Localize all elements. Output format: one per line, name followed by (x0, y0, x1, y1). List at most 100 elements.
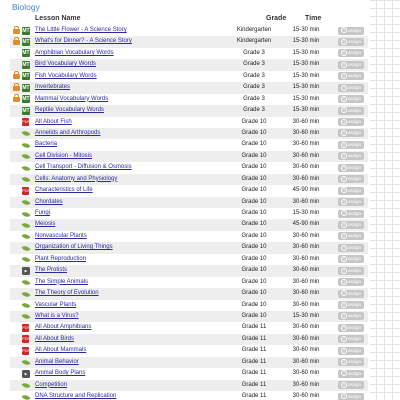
youtube-icon: ▶ (22, 266, 30, 275)
minitutorial-icon: MT (22, 49, 30, 58)
lesson-link[interactable]: Fungi (35, 210, 50, 216)
assign-button[interactable]: + assign (338, 220, 364, 229)
lesson-time: 45-90 min (292, 187, 320, 194)
assign-button[interactable]: + assign (338, 26, 364, 35)
plus-circle-icon: + (340, 176, 347, 182)
lesson-table: MT The Little Flower - A Science Story Kin… (10, 25, 368, 400)
assign-button[interactable]: + assign (338, 118, 364, 126)
lesson-link[interactable]: Mammal Vocabulary Words (35, 96, 108, 102)
assign-button[interactable]: + assign (338, 175, 364, 184)
assign-button[interactable]: + assign (338, 289, 364, 298)
lesson-link[interactable]: Meiosis (35, 221, 55, 227)
row-icons: MT (12, 71, 34, 81)
assign-button[interactable]: + assign (338, 232, 364, 241)
plus-circle-icon: + (340, 233, 347, 240)
assign-button[interactable]: + assign (338, 60, 364, 69)
lesson-link[interactable]: All About Amphibians (35, 324, 91, 330)
plus-circle-icon: + (340, 61, 347, 68)
lesson-link[interactable]: Bacteria (35, 141, 57, 147)
table-row: ▶ The Protists Grade 10 30-60 min + assign (10, 265, 368, 277)
assign-button[interactable]: + assign (338, 95, 364, 104)
lesson-grade: Grade 11 (241, 347, 267, 354)
lesson-time: 15-30 min (292, 84, 320, 91)
assign-button[interactable]: + assign (338, 381, 364, 390)
lesson-link[interactable]: Bird Vocabulary Words (35, 61, 96, 67)
lesson-time: 30-60 min (292, 381, 320, 388)
lesson-time: 30-60 min (292, 255, 320, 262)
lesson-link[interactable]: Annelids and Arthropods (35, 130, 100, 136)
lesson-link[interactable]: Plant Reproduction (35, 256, 86, 262)
table-row: Fungi Grade 10 15-30 min + assign (10, 208, 368, 219)
assign-label: assign (347, 336, 361, 342)
assign-label: assign (347, 347, 361, 353)
assign-button[interactable]: + assign (338, 163, 364, 172)
plus-circle-icon: + (340, 301, 347, 308)
row-icons: MT (12, 82, 34, 93)
lesson-link[interactable]: Cell Transport - Diffusion & Osmosis (35, 164, 132, 170)
lesson-link[interactable]: Animal Body Plans (35, 370, 85, 376)
row-icons: PDF (12, 118, 34, 127)
row-icons: MT (12, 60, 34, 70)
lesson-link[interactable]: Competition (35, 382, 67, 388)
assign-button[interactable]: + assign (338, 209, 364, 218)
lesson-link[interactable]: Vascular Plants (35, 302, 76, 308)
assign-button[interactable]: + assign (338, 49, 364, 58)
assign-button[interactable]: + assign (338, 335, 364, 344)
lesson-link[interactable]: Chordates (35, 199, 63, 205)
assign-button[interactable]: + assign (338, 129, 364, 138)
assign-label: assign (347, 210, 361, 216)
lesson-link[interactable]: What is a Virus? (35, 313, 79, 319)
assign-button[interactable]: + assign (338, 301, 364, 309)
lesson-link[interactable]: Fish Vocabulary Words (35, 73, 97, 79)
table-row: The Theory of Evolution Grade 10 30-60 min… (10, 288, 368, 300)
assign-button[interactable]: + assign (338, 266, 364, 275)
lesson-link[interactable]: Amphibian Vocabulary Words (35, 50, 114, 56)
plus-circle-icon: + (340, 187, 347, 194)
row-icons: MT (12, 94, 34, 104)
leaf-icon (21, 129, 31, 139)
assign-button[interactable]: + assign (338, 140, 364, 149)
lesson-link[interactable]: Organization of Living Things (35, 244, 113, 250)
lesson-link[interactable]: Reptile Vocabulary Words (35, 107, 104, 113)
row-icons (12, 255, 34, 265)
lesson-link[interactable]: All About Fish (35, 119, 72, 125)
lesson-link[interactable]: The Protists (35, 267, 67, 273)
table-row: MT Reptile Vocabulary Words Grade 3 15-30 m… (10, 105, 368, 117)
lesson-link[interactable]: DNA Structure and Replication (35, 393, 116, 399)
lesson-link[interactable]: The Theory of Evolution (35, 290, 99, 296)
assign-button[interactable]: + assign (338, 106, 364, 115)
lesson-link[interactable]: Characteristics of Life (35, 187, 93, 193)
leaf-icon (21, 278, 31, 288)
lesson-link[interactable]: The Simple Animals (35, 279, 88, 285)
assign-button[interactable]: + assign (338, 392, 364, 400)
assign-button[interactable]: + assign (338, 369, 364, 378)
lesson-link[interactable]: Nonvascular Plants (35, 233, 87, 239)
assign-button[interactable]: + assign (338, 72, 364, 81)
row-icons (12, 220, 34, 231)
assign-button[interactable]: + assign (338, 83, 364, 92)
assign-button[interactable]: + assign (338, 255, 364, 264)
row-icons (12, 392, 34, 400)
assign-label: assign (347, 382, 361, 388)
lesson-link[interactable]: All About Birds (35, 336, 74, 342)
assign-button[interactable]: + assign (338, 198, 364, 207)
assign-button[interactable]: + assign (338, 278, 364, 287)
lesson-link[interactable]: Cell Division - Mitosis (35, 153, 92, 159)
assign-button[interactable]: + assign (338, 358, 364, 367)
assign-button[interactable]: + assign (338, 346, 364, 355)
assign-button[interactable]: + assign (338, 152, 364, 161)
lesson-link[interactable]: What's for Dinner? - A Science Story (35, 38, 132, 44)
lesson-link[interactable]: The Little Flower - A Science Story (35, 27, 127, 33)
assign-button[interactable]: + assign (338, 186, 364, 195)
assign-button[interactable]: + assign (338, 243, 364, 252)
lesson-link[interactable]: Animal Behavior (35, 359, 79, 365)
lesson-time: 15-30 min (292, 49, 320, 56)
lesson-link[interactable]: Invertebrates (35, 84, 70, 90)
lesson-link[interactable]: Cells: Anatomy and Physiology (35, 176, 117, 182)
plus-circle-icon: + (340, 73, 347, 80)
lesson-link[interactable]: All About Mammals (35, 347, 86, 353)
assign-button[interactable]: + assign (338, 37, 364, 46)
assign-button[interactable]: + assign (338, 323, 364, 332)
assign-button[interactable]: + assign (338, 312, 364, 321)
lesson-time: 30-60 min (292, 141, 320, 148)
